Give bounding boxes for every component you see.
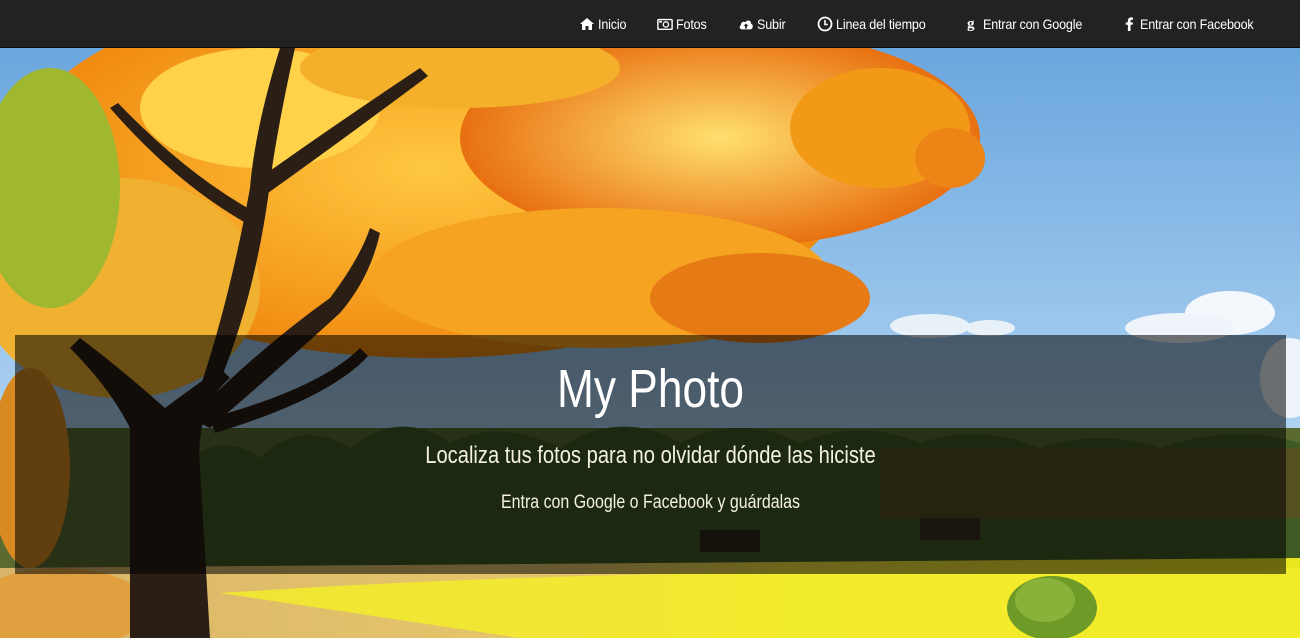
nav-label-subir: Subir [757, 15, 786, 32]
nav-label-entrar-google: Entrar con Google [982, 15, 1082, 32]
hero-title: My Photo [556, 359, 745, 419]
nav-item-entrar-facebook[interactable]: Entrar con Facebook [1107, 0, 1280, 47]
google-plus-icon: g [964, 16, 980, 32]
home-icon [579, 16, 595, 32]
nav-label-fotos: Fotos [676, 15, 707, 32]
top-navbar: Inicio Fotos Subir Linea del tiempo g En… [0, 0, 1300, 48]
nav-item-inicio[interactable]: Inicio [565, 0, 643, 47]
nav-item-fotos[interactable]: Fotos [643, 0, 724, 47]
svg-text:g: g [967, 16, 975, 32]
cloud-upload-icon [738, 16, 754, 32]
hero-subtitle: Localiza tus fotos para no olvidar dónde… [425, 442, 876, 469]
page: Inicio Fotos Subir Linea del tiempo g En… [0, 0, 1300, 638]
nav-item-linea-del-tiempo[interactable]: Linea del tiempo [803, 0, 950, 47]
camera-icon [657, 16, 674, 32]
nav-item-entrar-google[interactable]: g Entrar con Google [950, 0, 1107, 47]
nav-label-inicio: Inicio [597, 15, 627, 32]
clock-icon [817, 16, 833, 32]
nav-item-subir[interactable]: Subir [724, 0, 803, 47]
nav-label-linea-del-tiempo: Linea del tiempo [836, 15, 926, 32]
nav-menu: Inicio Fotos Subir Linea del tiempo g En… [565, 0, 1280, 47]
hero-caption-box: My Photo Localiza tus fotos para no olvi… [15, 335, 1286, 574]
hero-cta-text: Entra con Google o Facebook y guárdalas [500, 492, 800, 513]
facebook-icon [1121, 16, 1137, 32]
nav-label-entrar-facebook: Entrar con Facebook [1139, 15, 1254, 32]
